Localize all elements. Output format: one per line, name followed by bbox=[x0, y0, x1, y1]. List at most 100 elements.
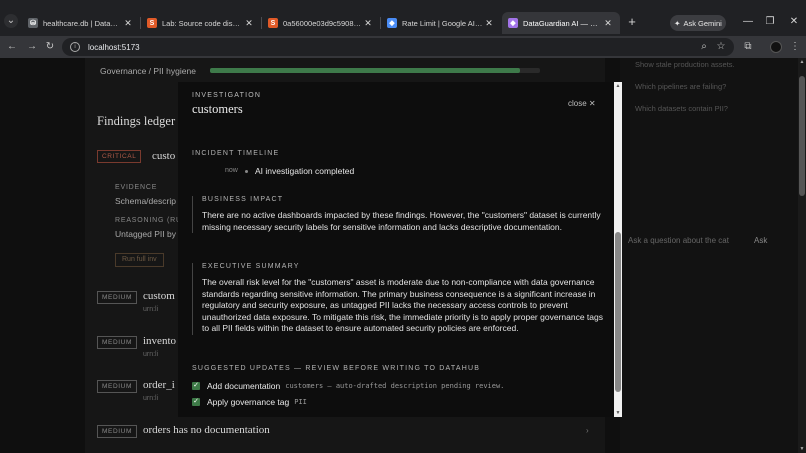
scroll-down-icon[interactable]: ▼ bbox=[798, 445, 806, 453]
severity-badge: CRITICAL bbox=[97, 150, 142, 163]
browser-toolbar: ← → ↻ i localhost:5173 ⌕ ☆ ⧉ ⋮ bbox=[0, 36, 806, 58]
tab-title: Lab: Source code disclosure v bbox=[162, 18, 243, 28]
site-info-icon[interactable]: i bbox=[70, 42, 80, 52]
zoom-icon[interactable]: ⌕ bbox=[697, 40, 711, 54]
extensions-icon[interactable]: ⧉ bbox=[741, 40, 755, 54]
browser-tab[interactable]: ⛁ healthcare.db | Database ✕ bbox=[22, 12, 140, 34]
back-icon[interactable]: ← bbox=[5, 40, 19, 54]
finding-title[interactable]: order_i bbox=[143, 379, 175, 391]
browser-menu-icon[interactable]: ⋮ bbox=[788, 40, 802, 54]
finding-title[interactable]: custom bbox=[143, 290, 175, 302]
profile-avatar[interactable] bbox=[770, 41, 782, 53]
page-scrollbar[interactable]: ▲ ▼ bbox=[798, 58, 806, 453]
executive-summary-label: EXECUTIVE SUMMARY bbox=[202, 263, 300, 270]
modal-scroll-thumb[interactable] bbox=[615, 232, 621, 392]
gemini-icon: ✦ bbox=[674, 18, 681, 28]
chevron-right-icon[interactable]: › bbox=[586, 426, 589, 435]
suggested-updates-label: SUGGESTED UPDATES — REVIEW BEFORE WRITIN… bbox=[192, 365, 481, 372]
suggestion-checkbox[interactable]: ✓ bbox=[192, 398, 200, 406]
modal-scrollbar[interactable]: ▲ ▼ bbox=[614, 82, 622, 417]
progress-label: Governance / PII hygiene bbox=[100, 66, 196, 76]
executive-summary-card: EXECUTIVE SUMMARY The overall risk level… bbox=[192, 263, 604, 335]
scroll-up-icon[interactable]: ▲ bbox=[614, 82, 622, 90]
modal-close-button[interactable]: close ✕ bbox=[568, 99, 596, 108]
finding-urn: urn:li bbox=[143, 351, 159, 358]
progress-fill bbox=[210, 68, 521, 73]
timeline-time: now bbox=[225, 167, 238, 174]
close-icon[interactable]: ✕ bbox=[362, 18, 374, 29]
suggestion-detail: PII bbox=[294, 398, 307, 406]
suggestion-checkbox[interactable]: ✓ bbox=[192, 382, 200, 390]
assistant-input[interactable]: Ask a question about the cat bbox=[628, 236, 758, 250]
suggestion-row: ✓ Add documentation customers — auto-dra… bbox=[192, 381, 504, 391]
tab-title: 0a56000e03d9c5908110de3e bbox=[283, 18, 362, 28]
timeline-event: AI investigation completed bbox=[255, 166, 355, 176]
finding-title[interactable]: custo bbox=[152, 150, 175, 162]
business-impact-text: There are no active dashboards impacted … bbox=[202, 210, 601, 232]
timeline-label: INCIDENT TIMELINE bbox=[192, 150, 280, 157]
portswigger-icon: S bbox=[268, 18, 278, 28]
finding-title[interactable]: orders has no documentation bbox=[143, 424, 270, 436]
restore-icon[interactable]: ❐ bbox=[763, 15, 777, 29]
page-scroll-thumb[interactable] bbox=[799, 76, 805, 196]
close-icon[interactable]: ✕ bbox=[243, 18, 255, 29]
suggestion-label: Add documentation bbox=[207, 381, 281, 391]
tab-title: DataGuardian AI — Metadata bbox=[523, 18, 602, 28]
new-tab-button[interactable]: + bbox=[625, 15, 639, 29]
tab-search-icon[interactable]: ⌄ bbox=[4, 14, 18, 28]
window-close-icon[interactable]: ✕ bbox=[787, 15, 801, 29]
evidence-text: Schema/descrip bbox=[115, 196, 176, 206]
suggestion-detail: customers — auto-drafted description pen… bbox=[285, 382, 505, 390]
close-icon[interactable]: ✕ bbox=[122, 18, 134, 29]
finding-title[interactable]: invento bbox=[143, 335, 176, 347]
executive-summary-text: The overall risk level for the "customer… bbox=[202, 277, 603, 333]
minimize-icon[interactable]: — bbox=[741, 15, 755, 29]
suggestion-row: ✓ Apply governance tag PII bbox=[192, 397, 307, 407]
tab-title: Rate Limit | Google AI Studio bbox=[402, 18, 483, 28]
suggested-question[interactable]: Show stale production assets. bbox=[635, 60, 735, 69]
browser-tab-strip: ⌄ ⛁ healthcare.db | Database ✕ S Lab: So… bbox=[0, 0, 806, 36]
ask-button[interactable]: Ask bbox=[754, 236, 767, 245]
forward-icon[interactable]: → bbox=[25, 40, 39, 54]
run-investigation-button[interactable]: Run full inv bbox=[115, 253, 164, 267]
severity-badge: MEDIUM bbox=[97, 336, 137, 349]
suggested-question[interactable]: Which pipelines are failing? bbox=[635, 82, 726, 91]
suggestion-label: Apply governance tag bbox=[207, 397, 290, 407]
progress-bar bbox=[210, 68, 540, 73]
suggested-question[interactable]: Which datasets contain PII? bbox=[635, 104, 728, 113]
browser-tab[interactable]: S 0a56000e03d9c5908110de3e ✕ bbox=[262, 12, 380, 34]
browser-tab-active[interactable]: ◆ DataGuardian AI — Metadata ✕ bbox=[502, 12, 620, 34]
findings-heading: Findings ledger bbox=[97, 114, 176, 128]
reload-icon[interactable]: ↻ bbox=[43, 40, 57, 54]
scroll-down-icon[interactable]: ▼ bbox=[614, 409, 622, 417]
finding-urn: urn:li bbox=[143, 395, 159, 402]
ai-studio-icon: ◆ bbox=[387, 18, 397, 28]
scroll-up-icon[interactable]: ▲ bbox=[798, 58, 806, 66]
reasoning-label: REASONING (RUL bbox=[115, 217, 187, 224]
bookmark-star-icon[interactable]: ☆ bbox=[714, 40, 728, 54]
address-url[interactable]: localhost:5173 bbox=[88, 43, 140, 52]
reasoning-text: Untagged PII by bbox=[115, 229, 176, 239]
timeline-dot bbox=[245, 170, 248, 173]
database-icon: ⛁ bbox=[28, 18, 38, 28]
investigation-modal: INVESTIGATION customers close ✕ INCIDENT… bbox=[178, 82, 615, 417]
assistant-panel: Show stale production assets. Which pipe… bbox=[620, 58, 798, 453]
browser-tab[interactable]: S Lab: Source code disclosure v ✕ bbox=[141, 12, 261, 34]
severity-badge: MEDIUM bbox=[97, 380, 137, 393]
business-impact-label: BUSINESS IMPACT bbox=[202, 196, 284, 203]
ask-gemini-label: Ask Gemini bbox=[683, 18, 722, 28]
modal-eyebrow: INVESTIGATION bbox=[192, 92, 262, 99]
finding-urn: urn:li bbox=[143, 306, 159, 313]
modal-title: customers bbox=[192, 102, 243, 116]
ask-gemini-button[interactable]: ✦ Ask Gemini bbox=[670, 15, 726, 31]
business-impact-card: BUSINESS IMPACT There are no active dash… bbox=[192, 196, 604, 233]
close-icon[interactable]: ✕ bbox=[602, 18, 614, 29]
severity-badge: MEDIUM bbox=[97, 425, 137, 438]
dataguardian-icon: ◆ bbox=[508, 18, 518, 28]
address-bar[interactable]: i localhost:5173 bbox=[62, 38, 734, 56]
severity-badge: MEDIUM bbox=[97, 291, 137, 304]
browser-tab[interactable]: ◆ Rate Limit | Google AI Studio ✕ bbox=[381, 12, 501, 34]
tab-title: healthcare.db | Database bbox=[43, 18, 122, 28]
close-icon[interactable]: ✕ bbox=[483, 18, 495, 29]
portswigger-icon: S bbox=[147, 18, 157, 28]
